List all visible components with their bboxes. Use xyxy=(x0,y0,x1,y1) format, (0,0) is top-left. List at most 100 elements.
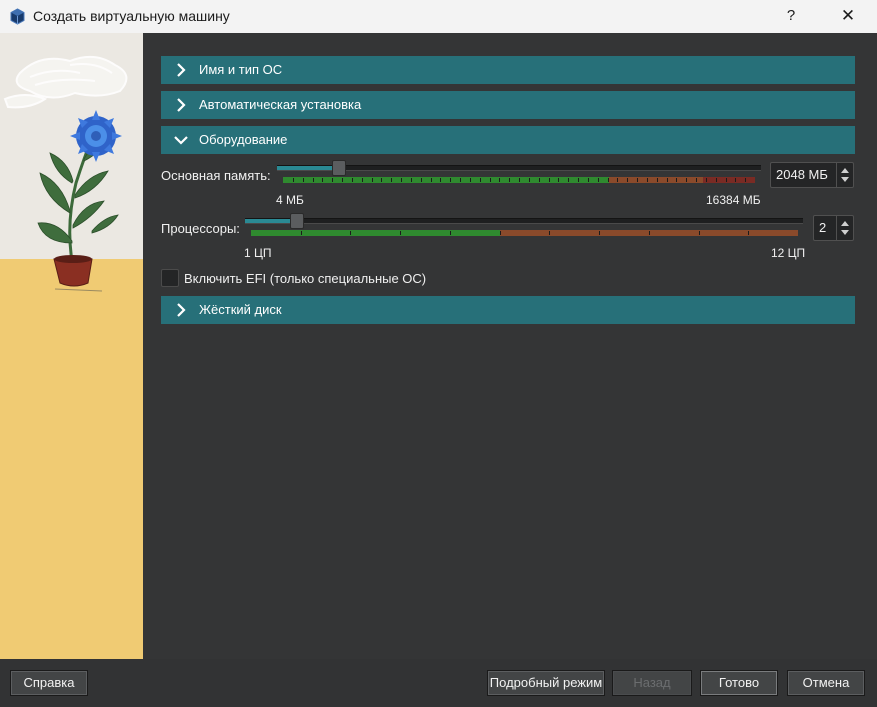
memory-value[interactable]: 2048 МБ xyxy=(776,167,828,182)
cpu-slider-track[interactable] xyxy=(245,218,803,224)
memory-slider-fill xyxy=(277,166,338,170)
arrow-down-icon[interactable] xyxy=(841,230,849,235)
slider-tick xyxy=(480,178,481,182)
slider-tick xyxy=(588,178,589,182)
slider-tick xyxy=(529,178,530,182)
slider-tick xyxy=(696,178,697,182)
slider-tick xyxy=(735,178,736,182)
chevron-down-icon xyxy=(174,136,188,145)
slider-tick xyxy=(637,178,638,182)
slider-tick xyxy=(440,178,441,182)
cpu-slider-handle[interactable] xyxy=(290,213,304,229)
arrow-down-icon[interactable] xyxy=(841,177,849,182)
help-button[interactable]: Справка xyxy=(10,670,88,696)
slider-tick xyxy=(549,178,550,182)
slider-tick xyxy=(450,178,451,182)
slider-tick xyxy=(509,178,510,182)
window-title: Создать виртуальную машину xyxy=(33,8,230,24)
title-bar: Создать виртуальную машину ? ✕ xyxy=(0,0,877,33)
memory-spinbox[interactable]: 2048 МБ xyxy=(770,162,854,188)
slider-tick xyxy=(686,178,687,182)
section-hardware-header[interactable]: Оборудование xyxy=(161,126,855,154)
efi-label[interactable]: Включить EFI (только специальные ОС) xyxy=(184,271,426,286)
cancel-button[interactable]: Отмена xyxy=(787,670,865,696)
cpu-label: Процессоры: xyxy=(161,221,240,236)
slider-tick xyxy=(726,178,727,182)
slider-tick xyxy=(676,178,677,182)
arrow-up-icon[interactable] xyxy=(841,168,849,173)
slider-tick xyxy=(617,178,618,182)
section-unattended-label: Автоматическая установка xyxy=(199,97,362,112)
memory-min-label: 4 МБ xyxy=(276,193,304,207)
slider-tick xyxy=(421,178,422,182)
cpu-value[interactable]: 2 xyxy=(819,220,826,235)
slider-tick xyxy=(293,178,294,182)
slider-tick xyxy=(649,231,650,235)
expert-mode-button[interactable]: Подробный режим xyxy=(487,670,605,696)
cpu-max-label: 12 ЦП xyxy=(771,246,806,260)
slider-tick xyxy=(301,231,302,235)
cpu-slider-fill xyxy=(245,219,296,223)
memory-slider-handle[interactable] xyxy=(332,160,346,176)
slider-tick xyxy=(519,178,520,182)
slider-tick xyxy=(716,178,717,182)
slider-tick xyxy=(401,178,402,182)
efi-checkbox[interactable] xyxy=(161,269,179,287)
slider-tick xyxy=(372,178,373,182)
slider-tick xyxy=(549,231,550,235)
slider-tick xyxy=(748,231,749,235)
back-button[interactable]: Назад xyxy=(612,670,692,696)
chevron-right-icon xyxy=(177,98,186,112)
section-hard-disk-label: Жёсткий диск xyxy=(199,302,282,317)
slider-tick xyxy=(599,231,600,235)
wizard-content: Имя и тип ОС Автоматическая установка Об… xyxy=(143,33,877,659)
slider-tick xyxy=(450,231,451,235)
memory-label: Основная память: xyxy=(161,168,271,183)
cpu-zone-bar xyxy=(251,230,798,236)
slider-tick xyxy=(352,178,353,182)
close-button[interactable]: ✕ xyxy=(836,5,860,27)
finish-button[interactable]: Готово xyxy=(700,670,778,696)
cpu-stepper[interactable] xyxy=(836,216,853,240)
slider-tick xyxy=(303,178,304,182)
virtualbox-icon xyxy=(9,8,26,28)
memory-zone-bar xyxy=(283,177,755,183)
cpu-spinbox[interactable]: 2 xyxy=(813,215,854,241)
slider-tick xyxy=(400,231,401,235)
cpu-min-label: 1 ЦП xyxy=(244,246,272,260)
slider-tick xyxy=(706,178,707,182)
slider-tick xyxy=(431,178,432,182)
slider-tick xyxy=(608,178,609,182)
slider-tick xyxy=(342,178,343,182)
slider-tick xyxy=(391,178,392,182)
slider-tick xyxy=(411,178,412,182)
slider-tick xyxy=(500,231,501,235)
slider-tick xyxy=(598,178,599,182)
memory-slider-track[interactable] xyxy=(277,165,761,171)
chevron-right-icon xyxy=(177,303,186,317)
section-hard-disk-header[interactable]: Жёсткий диск xyxy=(161,296,855,324)
slider-tick xyxy=(460,178,461,182)
slider-tick xyxy=(578,178,579,182)
slider-tick xyxy=(745,178,746,182)
slider-tick xyxy=(627,178,628,182)
slider-tick xyxy=(647,178,648,182)
slider-tick xyxy=(558,178,559,182)
slider-tick xyxy=(490,178,491,182)
memory-stepper[interactable] xyxy=(836,163,853,187)
slider-tick xyxy=(568,178,569,182)
chevron-right-icon xyxy=(177,63,186,77)
section-name-os-label: Имя и тип ОС xyxy=(199,62,283,77)
slider-tick xyxy=(322,178,323,182)
slider-tick xyxy=(313,178,314,182)
arrow-up-icon[interactable] xyxy=(841,221,849,226)
slider-tick xyxy=(381,178,382,182)
slider-tick xyxy=(332,178,333,182)
help-title-button[interactable]: ? xyxy=(780,5,802,27)
section-name-os-header[interactable]: Имя и тип ОС xyxy=(161,56,855,84)
slider-tick xyxy=(350,231,351,235)
wizard-illustration xyxy=(0,33,143,659)
button-bar: Справка Подробный режим Назад Готово Отм… xyxy=(0,659,877,707)
section-unattended-header[interactable]: Автоматическая установка xyxy=(161,91,855,119)
slider-tick xyxy=(499,178,500,182)
